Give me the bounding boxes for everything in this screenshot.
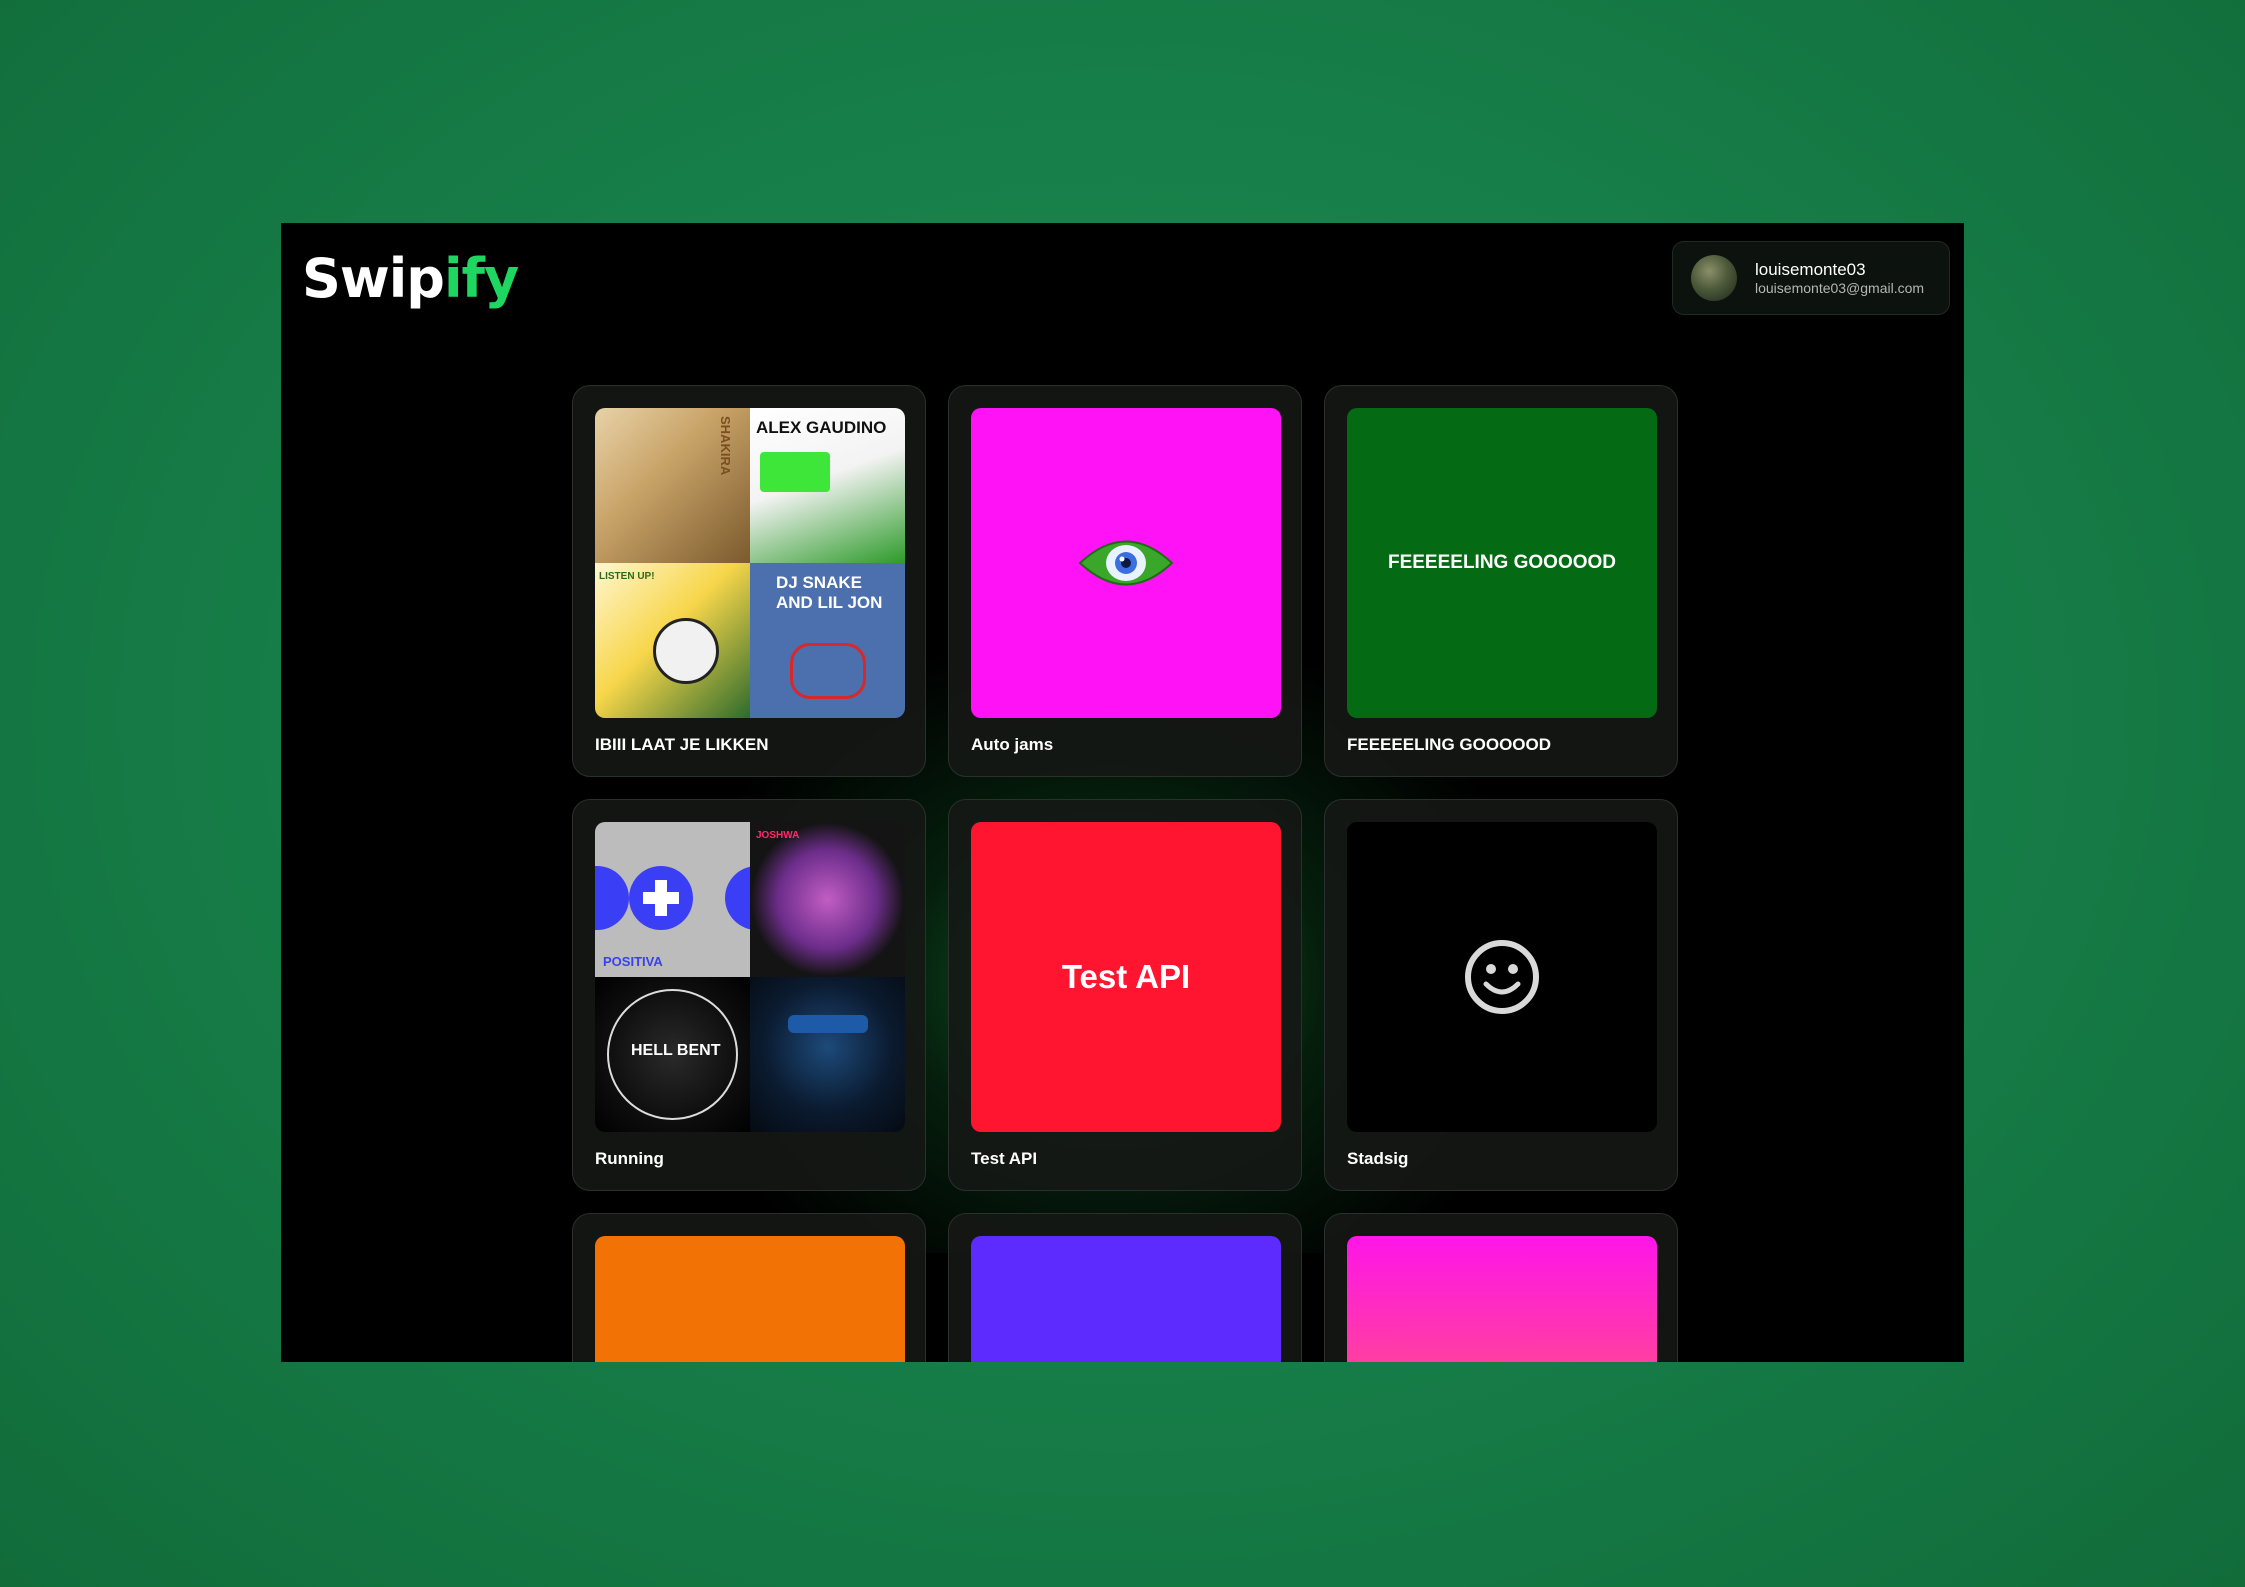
playlist-card[interactable] <box>948 1213 1302 1362</box>
app-window: Swipify louisemonte03 louisemonte03@gmai… <box>281 223 1964 1362</box>
album-tile: DJ SNAKE AND LIL JON <box>750 563 905 718</box>
sunglasses-shape <box>788 1015 868 1033</box>
playlist-title: Running <box>595 1149 664 1168</box>
playlist-title: Test API <box>971 1149 1038 1168</box>
playlist-cover: Test API <box>971 822 1281 1132</box>
playlist-card[interactable]: Test API Test API <box>948 799 1302 1191</box>
album-tile: ALEX GAUDINO <box>750 408 905 563</box>
album-tile: SHAKIRA <box>595 408 750 563</box>
album-tile-label: SHAKIRA <box>718 416 733 476</box>
playlist-cover <box>971 1236 1281 1362</box>
playlist-cover <box>1347 1236 1657 1362</box>
album-art-shape <box>760 452 830 492</box>
playlist-cover: FEEEEELING GOOOOOD <box>1347 408 1657 718</box>
playlist-card[interactable]: FEEEEELING GOOOOOD FEEEEELING GOOOOOD <box>1324 385 1678 777</box>
plus-shape <box>643 892 679 904</box>
album-tile: JOSHWA <box>750 822 905 977</box>
playlist-title: Stadsig <box>1347 1149 1409 1168</box>
playlist-cover-mosaic: POSITIVA JOSHWA HELL BENT <box>595 822 905 1132</box>
eye-icon <box>1078 540 1174 586</box>
album-tile-label: POSITIVA <box>603 954 663 969</box>
playlist-cover-mosaic: SHAKIRA ALEX GAUDINO LISTEN UP! DJ SNAKE… <box>595 408 905 718</box>
playlist-card[interactable]: Stadsig <box>1324 799 1678 1191</box>
playlist-card[interactable]: Auto jams <box>948 385 1302 777</box>
playlist-card[interactable] <box>572 1213 926 1362</box>
plus-circle-shape <box>725 866 750 930</box>
album-tile: HELL BENT <box>595 977 750 1132</box>
playlist-card[interactable] <box>1324 1213 1678 1362</box>
user-info: louisemonte03 louisemonte03@gmail.com <box>1755 260 1924 297</box>
smiley-icon <box>1465 940 1539 1014</box>
playlist-title: IBIII LAAT JE LIKKEN <box>595 735 769 754</box>
playlist-cover <box>595 1236 905 1362</box>
user-profile-card[interactable]: louisemonte03 louisemonte03@gmail.com <box>1672 241 1950 315</box>
user-email: louisemonte03@gmail.com <box>1755 279 1925 296</box>
album-tile <box>750 977 905 1132</box>
plus-circle-shape <box>595 866 629 930</box>
cover-text: Test API <box>1061 958 1191 995</box>
album-art-shape <box>790 643 866 699</box>
football-shape <box>653 618 719 684</box>
album-tile-label: ALEX GAUDINO <box>756 418 887 437</box>
album-tile: POSITIVA <box>595 822 750 977</box>
playlist-card[interactable]: SHAKIRA ALEX GAUDINO LISTEN UP! DJ SNAKE… <box>572 385 926 777</box>
album-tile: LISTEN UP! <box>595 563 750 718</box>
playlist-title: Auto jams <box>971 735 1054 754</box>
playlist-cover <box>1347 822 1657 1132</box>
album-tile-label: LISTEN UP! <box>599 571 655 582</box>
playlist-card[interactable]: POSITIVA JOSHWA HELL BENT Running <box>572 799 926 1191</box>
playlist-cover <box>971 408 1281 718</box>
playlist-grid: SHAKIRA ALEX GAUDINO LISTEN UP! DJ SNAKE… <box>572 385 1678 1362</box>
album-tile-label: DJ SNAKE AND LIL JON <box>776 573 883 612</box>
playlist-title: FEEEEELING GOOOOOD <box>1347 735 1552 754</box>
cover-text: FEEEEELING GOOOOOD <box>1387 552 1617 573</box>
logo-main: Swip <box>302 247 445 310</box>
username: louisemonte03 <box>1755 259 1866 279</box>
album-tile-label: JOSHWA <box>756 830 800 841</box>
album-tile-label: HELL BENT <box>631 1042 721 1059</box>
logo[interactable]: Swipify <box>302 247 519 310</box>
logo-accent: ify <box>443 247 519 310</box>
avatar <box>1691 255 1737 301</box>
